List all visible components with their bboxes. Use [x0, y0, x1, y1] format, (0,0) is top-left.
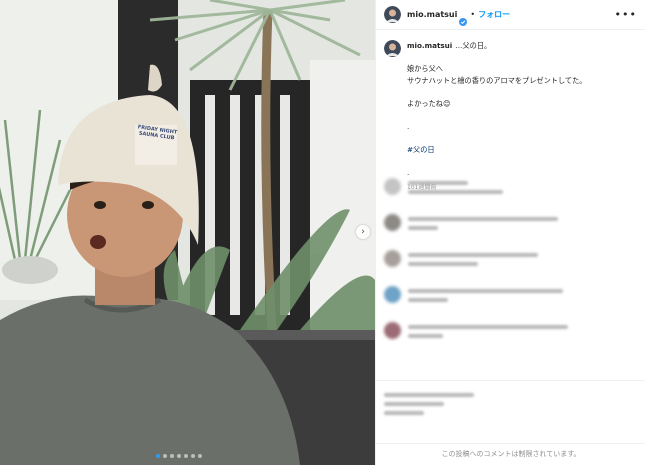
- post-actions: [376, 380, 645, 436]
- verified-badge-icon: [459, 11, 468, 26]
- comment-row: [376, 178, 645, 214]
- avatar[interactable]: [384, 6, 401, 23]
- carousel-dot: [191, 454, 195, 458]
- photo-illustration: [0, 0, 375, 465]
- comment-avatar: [384, 214, 401, 231]
- carousel-dots: [156, 454, 202, 458]
- carousel-dot: [170, 454, 174, 458]
- follow-button[interactable]: フォロー: [478, 9, 510, 20]
- date-text-blurred: [384, 411, 424, 415]
- post-photo: FRIDAY NIGHT SAUNA CLUB ›: [0, 0, 375, 465]
- caption-line: 娘から父へ: [407, 64, 443, 73]
- carousel-dot: [177, 454, 181, 458]
- carousel-dot: [156, 454, 160, 458]
- comment-row: [376, 286, 645, 322]
- username-link[interactable]: mio.matsui: [407, 10, 457, 19]
- post-caption: mio.matsui …父の日。 娘から父へ サウナハットと檜の香りのアロマをプレ…: [376, 30, 645, 194]
- caption-title: …父の日。: [455, 41, 492, 50]
- more-options-icon[interactable]: •••: [615, 8, 637, 21]
- caption-line: よかったね😊: [407, 99, 451, 108]
- comment-row: [376, 250, 645, 286]
- hashtag-link[interactable]: #父の日: [407, 144, 586, 156]
- separator-dot: •: [470, 10, 476, 19]
- like-count-blurred: [384, 393, 474, 397]
- comments-restricted-notice: この投稿へのコメントは制限されています。: [376, 443, 645, 465]
- comment-list: [376, 178, 645, 358]
- comment-avatar: [384, 250, 401, 267]
- carousel-dot: [198, 454, 202, 458]
- comment-avatar: [384, 322, 401, 339]
- comment-avatar: [384, 286, 401, 303]
- comment-avatar: [384, 178, 401, 195]
- caption-dot: .: [407, 122, 410, 131]
- post-side-panel: mio.matsui • フォロー ••• mio.matsui …父の日。 娘か…: [375, 0, 645, 465]
- caption-avatar[interactable]: [384, 40, 401, 57]
- caption-username[interactable]: mio.matsui: [407, 41, 452, 50]
- post-header: mio.matsui • フォロー •••: [376, 0, 645, 30]
- next-arrow-icon[interactable]: ›: [356, 225, 370, 239]
- comment-row: [376, 322, 645, 358]
- carousel-dot: [184, 454, 188, 458]
- carousel-dot: [163, 454, 167, 458]
- comment-row: [376, 214, 645, 250]
- likes-text-blurred: [384, 402, 444, 406]
- caption-line: サウナハットと檜の香りのアロマをプレゼントしてた。: [407, 76, 587, 85]
